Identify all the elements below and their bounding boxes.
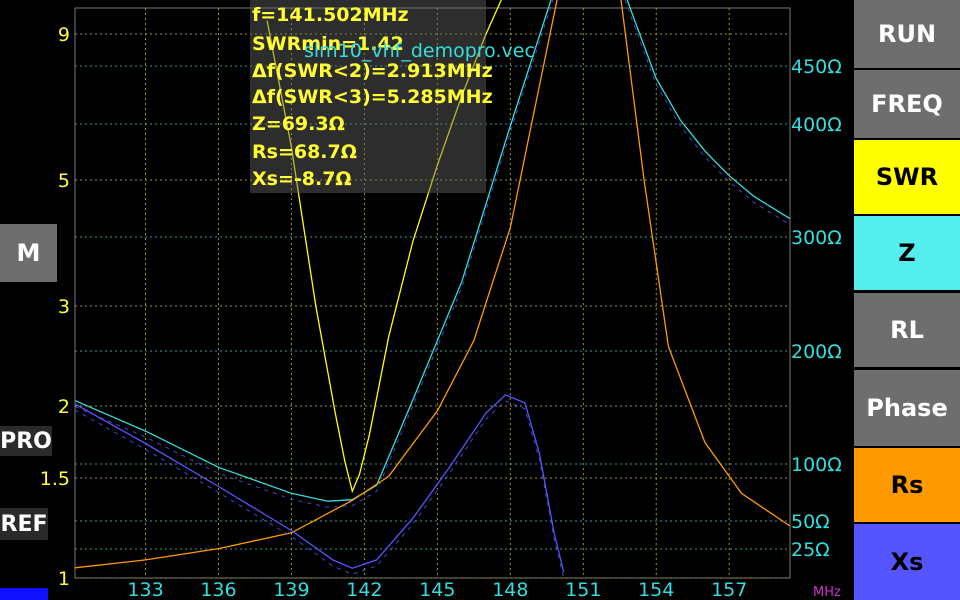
xs-button[interactable]: Xs [854, 524, 960, 600]
z-tick-label: 450Ω [791, 56, 842, 78]
x-tick-label: 145 [419, 579, 455, 600]
x-tick-label: 154 [638, 579, 674, 600]
x-tick-label: 151 [565, 579, 601, 600]
series-ref-xs [75, 400, 565, 578]
swr-tick-label: 5 [58, 170, 70, 192]
pro-button[interactable]: PRO [0, 426, 52, 456]
swr-tick-label: 9 [58, 24, 70, 46]
bandwidth-swr3-readout: Δf(SWR<3)=5.285MHz [252, 86, 493, 108]
swr-button[interactable]: SWR [854, 140, 960, 214]
x-tick-label: 139 [273, 579, 309, 600]
x-unit-label: MHz [813, 585, 841, 600]
z-tick-label: 200Ω [791, 341, 842, 363]
z-tick-label: 50Ω [791, 511, 830, 533]
swr-tick-label: 3 [58, 296, 70, 318]
status-bar [0, 588, 48, 600]
impedance-readout: Z=69.3Ω [252, 113, 345, 135]
resistance-readout: Rs=68.7Ω [252, 141, 357, 163]
x-tick-label: 142 [346, 579, 382, 600]
z-button[interactable]: Z [854, 216, 960, 290]
bandwidth-swr2-readout: Δf(SWR<2)=2.913MHz [252, 60, 493, 82]
ref-button[interactable]: REF [0, 508, 48, 540]
x-tick-label: 148 [492, 579, 528, 600]
freq-button[interactable]: FREQ [854, 70, 960, 138]
run-button[interactable]: RUN [854, 0, 960, 68]
x-tick-label: 136 [200, 579, 236, 600]
reactance-readout: Xs=-8.7Ω [252, 168, 352, 190]
rl-button[interactable]: RL [854, 293, 960, 367]
swr-tick-label: 2 [58, 396, 70, 418]
file-name-label: sim10_vhf_demopro.vec [304, 40, 535, 62]
z-tick-label: 100Ω [791, 454, 842, 476]
swr-tick-label: 1.5 [40, 468, 70, 490]
rs-button[interactable]: Rs [854, 448, 960, 522]
phase-button[interactable]: Phase [854, 370, 960, 446]
marker-button[interactable]: M [0, 224, 57, 282]
series-line-xs [75, 394, 565, 573]
z-tick-label: 25Ω [791, 539, 830, 561]
z-tick-label: 300Ω [791, 227, 842, 249]
z-tick-label: 400Ω [791, 114, 842, 136]
frequency-readout: f=141.502MHz [252, 4, 409, 26]
swr-tick-label: 1 [58, 568, 70, 590]
x-tick-label: 133 [127, 579, 163, 600]
x-tick-label: 157 [711, 579, 747, 600]
marker-info-panel: f=141.502MHz SWRmin=1.42 Δf(SWR<2)=2.913… [250, 0, 493, 193]
